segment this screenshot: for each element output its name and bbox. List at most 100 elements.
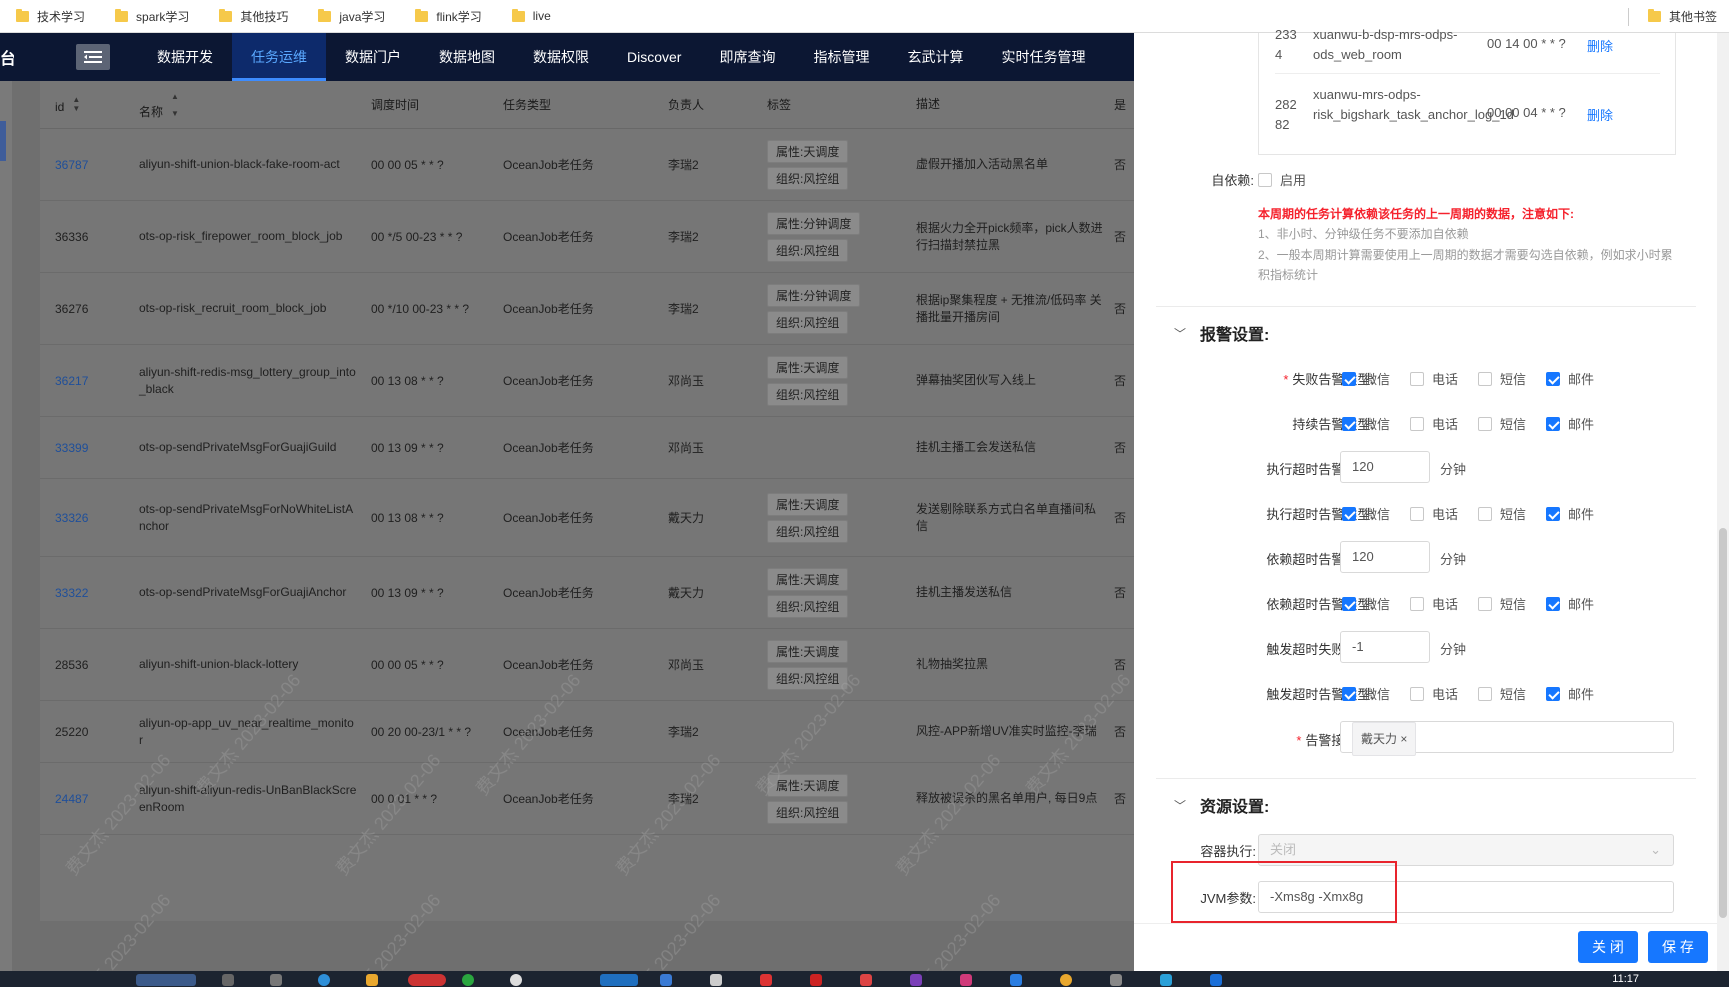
cell-id[interactable]: 33322 — [40, 586, 139, 600]
chrome-icon[interactable] — [408, 974, 446, 986]
checkbox[interactable] — [1342, 596, 1356, 611]
nav-item[interactable]: 数据权限 — [514, 33, 608, 81]
nav-item[interactable]: 即席查询 — [700, 33, 794, 81]
nav-item[interactable]: Discover — [608, 33, 700, 81]
checkbox-3[interactable]: 邮件 — [1546, 504, 1614, 523]
checkbox[interactable] — [1478, 416, 1492, 431]
checkbox-0[interactable]: 微信 — [1342, 504, 1410, 523]
nav-item[interactable]: 玄武计算 — [888, 33, 982, 81]
app-icon[interactable] — [860, 974, 872, 986]
wechat-icon[interactable] — [462, 974, 474, 986]
menu-toggle-button[interactable] — [76, 44, 110, 70]
checkbox-3[interactable]: 邮件 — [1546, 684, 1614, 703]
dep-delete-link[interactable]: 删除 — [1579, 85, 1613, 135]
self-dep-checkbox[interactable]: 启用 — [1258, 170, 1306, 189]
checkbox-1[interactable]: 电话 — [1410, 504, 1478, 523]
checkbox[interactable] — [1478, 371, 1492, 386]
app-icon[interactable] — [960, 974, 972, 986]
table-row[interactable]: 28536 aliyun-shift-union-black-lottery 00 … — [40, 629, 1134, 701]
checkbox[interactable] — [1410, 506, 1424, 521]
checkbox[interactable] — [1342, 506, 1356, 521]
checkbox-2[interactable]: 短信 — [1478, 684, 1546, 703]
checkbox[interactable] — [1546, 596, 1560, 611]
checkbox[interactable] — [1258, 172, 1272, 187]
browser-icon[interactable] — [318, 974, 330, 986]
app-icon[interactable] — [760, 974, 772, 986]
app-icon[interactable] — [510, 974, 522, 986]
checkbox-2[interactable]: 短信 — [1478, 594, 1546, 613]
bookmark-item[interactable]: spark学习 — [115, 8, 189, 25]
checkbox-1[interactable]: 电话 — [1410, 414, 1478, 433]
checkbox-2[interactable]: 短信 — [1478, 414, 1546, 433]
table-row[interactable]: 36217 aliyun-shift-redis-msg_lottery_grou… — [40, 345, 1134, 417]
table-row[interactable]: 24487 aliyun-shift-aliyun-redis-UnBanBlac… — [40, 763, 1134, 835]
app-icon[interactable] — [1210, 974, 1222, 986]
sort-icon[interactable]: ▲ ▼ — [171, 88, 179, 122]
checkbox-0[interactable]: 微信 — [1342, 684, 1410, 703]
app-icon[interactable] — [810, 974, 822, 986]
scrollbar-thumb[interactable] — [1719, 528, 1727, 918]
table-row[interactable]: 25220 aliyun-op-app_uv_near_realtime_moni… — [40, 701, 1134, 763]
bookmark-item[interactable]: live — [511, 8, 551, 23]
app-icon[interactable] — [660, 974, 672, 986]
checkbox-0[interactable]: 微信 — [1342, 369, 1410, 388]
nav-item[interactable]: 任务运维 — [232, 33, 326, 81]
checkbox[interactable] — [1546, 371, 1560, 386]
app-icon[interactable] — [910, 974, 922, 986]
cell-id[interactable]: 33326 — [40, 511, 139, 525]
bookmark-item[interactable]: flink学习 — [415, 8, 482, 25]
close-button[interactable]: 关 闭 — [1578, 931, 1638, 963]
save-button[interactable]: 保 存 — [1648, 931, 1708, 963]
bookmark-item[interactable]: 其他技巧 — [219, 8, 288, 25]
checkbox-1[interactable]: 电话 — [1410, 369, 1478, 388]
checkbox-3[interactable]: 邮件 — [1546, 594, 1614, 613]
table-row[interactable]: 33326 ots-op-sendPrivateMsgForNoWhiteList… — [40, 479, 1134, 557]
cell-id[interactable]: 24487 — [40, 792, 139, 806]
sort-icon[interactable]: ▲ ▼ — [72, 95, 80, 113]
task-view-icon[interactable] — [270, 974, 282, 986]
close-icon[interactable]: × — [1400, 732, 1407, 746]
nav-item[interactable]: 数据开发 — [138, 33, 232, 81]
checkbox-2[interactable]: 短信 — [1478, 504, 1546, 523]
bookmark-item[interactable]: 技术学习 — [16, 8, 85, 25]
checkbox-0[interactable]: 微信 — [1342, 594, 1410, 613]
alarm-threshold-input[interactable]: 120 — [1340, 451, 1430, 483]
table-row[interactable]: 33399 ots-op-sendPrivateMsgForGuajiGuild 0… — [40, 417, 1134, 479]
folder-icon[interactable] — [366, 974, 378, 986]
alarm-section-title[interactable]: ﹀ 报警设置: — [1174, 321, 1269, 345]
app-icon[interactable] — [1010, 974, 1022, 986]
checkbox[interactable] — [1546, 416, 1560, 431]
cell-id[interactable]: 36787 — [40, 158, 139, 172]
checkbox-2[interactable]: 短信 — [1478, 369, 1546, 388]
checkbox[interactable] — [1342, 686, 1356, 701]
table-row[interactable]: 36276 ots-op-risk_recruit_room_block_job 0… — [40, 273, 1134, 345]
app-icon[interactable] — [1160, 974, 1172, 986]
dep-delete-link[interactable]: 删除 — [1579, 25, 1613, 65]
checkbox[interactable] — [1410, 596, 1424, 611]
chevron-down-icon[interactable]: ﹀ — [1174, 797, 1186, 814]
checkbox-3[interactable]: 邮件 — [1546, 414, 1614, 433]
checkbox[interactable] — [1478, 686, 1492, 701]
bookmark-item[interactable]: java学习 — [318, 8, 385, 25]
chevron-down-icon[interactable]: ﹀ — [1174, 325, 1186, 342]
col-header-id[interactable]: id▲ ▼ — [40, 95, 139, 114]
col-header-name[interactable]: 名称▲ ▼ — [139, 88, 371, 122]
nav-item[interactable]: 实时任务管理 — [982, 33, 1104, 81]
checkbox[interactable] — [1546, 686, 1560, 701]
receiver-tag[interactable]: 戴天力 × — [1352, 722, 1417, 756]
nav-item[interactable]: 数据地图 — [420, 33, 514, 81]
checkbox[interactable] — [1410, 686, 1424, 701]
search-icon[interactable] — [222, 974, 234, 986]
checkbox-3[interactable]: 邮件 — [1546, 369, 1614, 388]
app-icon[interactable] — [1110, 974, 1122, 986]
alarm-threshold-input[interactable]: 120 — [1340, 541, 1430, 573]
checkbox[interactable] — [1342, 371, 1356, 386]
app-icon[interactable] — [1060, 974, 1072, 986]
checkbox[interactable] — [1410, 371, 1424, 386]
checkbox[interactable] — [1478, 596, 1492, 611]
checkbox[interactable] — [1546, 506, 1560, 521]
checkbox[interactable] — [1410, 416, 1424, 431]
checkbox-1[interactable]: 电话 — [1410, 684, 1478, 703]
cell-id[interactable]: 36217 — [40, 374, 139, 388]
table-row[interactable]: 36787 aliyun-shift-union-black-fake-room-… — [40, 129, 1134, 201]
